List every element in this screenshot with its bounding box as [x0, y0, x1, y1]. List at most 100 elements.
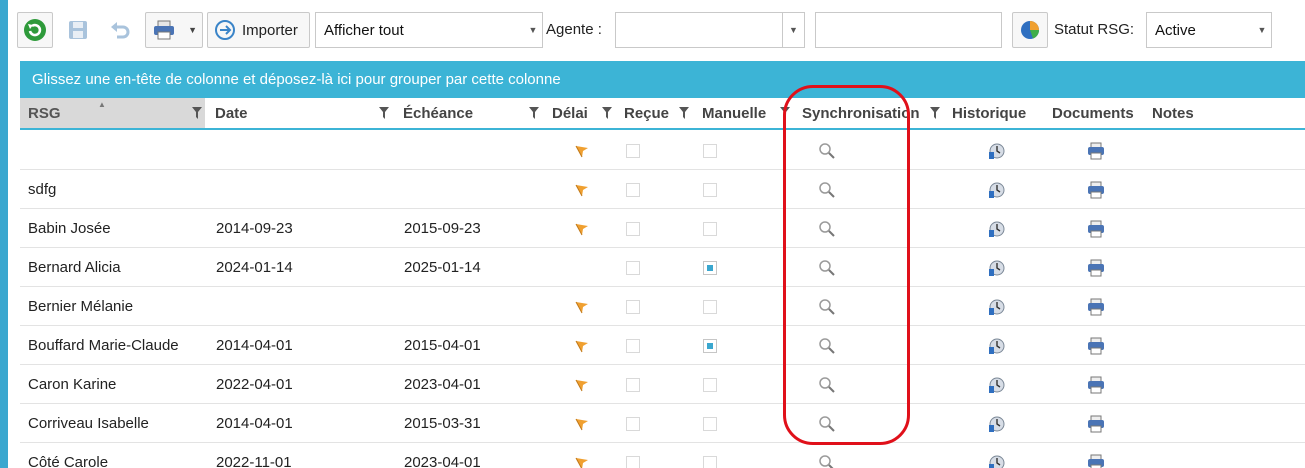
column-header-historique[interactable]: Historique — [944, 98, 1044, 128]
printer-icon[interactable] — [1086, 453, 1106, 468]
echeance-cell: 2023-04-01 — [404, 376, 481, 393]
filter-icon[interactable] — [379, 107, 389, 119]
printer-icon[interactable] — [1086, 258, 1106, 278]
recue-checkbox[interactable] — [626, 456, 640, 468]
recue-checkbox[interactable] — [626, 339, 640, 353]
printer-icon[interactable] — [1086, 141, 1106, 161]
manuelle-checkbox[interactable] — [703, 183, 717, 197]
date-cell: 2024-01-14 — [216, 259, 293, 276]
recue-checkbox[interactable] — [626, 300, 640, 314]
recue-checkbox[interactable] — [626, 183, 640, 197]
agente-label: Agente : — [546, 21, 602, 38]
manuelle-checkbox[interactable] — [703, 222, 717, 236]
agente-dropdown[interactable]: ▼ — [615, 12, 805, 48]
flag-icon — [572, 375, 592, 395]
statut-rsg-dropdown[interactable]: Active ▼ — [1146, 12, 1272, 48]
table-row[interactable]: Côté Carole 2022-11-01 2023-04-01 — [20, 443, 1305, 468]
manuelle-checkbox[interactable] — [703, 300, 717, 314]
recue-checkbox[interactable] — [626, 417, 640, 431]
table-row[interactable]: sdfg — [20, 170, 1305, 209]
undo-button[interactable] — [102, 12, 138, 48]
history-icon[interactable] — [986, 141, 1006, 161]
importer-label: Importer — [242, 21, 298, 39]
search-input[interactable] — [815, 12, 1002, 48]
printer-icon[interactable] — [1086, 375, 1106, 395]
column-header-echeance[interactable]: Échéance — [395, 98, 545, 128]
column-header-documents[interactable]: Documents — [1044, 98, 1144, 128]
column-header-historique-label: Historique — [952, 104, 1027, 122]
stats-button[interactable] — [1012, 12, 1048, 48]
refresh-button[interactable] — [17, 12, 53, 48]
recue-checkbox[interactable] — [626, 261, 640, 275]
refresh-icon — [24, 19, 46, 41]
filter-icon[interactable] — [602, 107, 612, 119]
manuelle-checkbox[interactable] — [703, 378, 717, 392]
column-header-rsg[interactable]: RSG ▲ — [20, 98, 205, 128]
history-icon[interactable] — [986, 414, 1006, 434]
column-header-recue[interactable]: Reçue — [617, 98, 692, 128]
history-icon[interactable] — [986, 336, 1006, 356]
table-row[interactable]: Bernard Alicia 2024-01-14 2025-01-14 — [20, 248, 1305, 287]
column-header-recue-label: Reçue — [624, 104, 670, 122]
table-row[interactable] — [20, 131, 1305, 170]
echeance-cell: 2023-04-01 — [404, 454, 481, 468]
manuelle-checkbox[interactable] — [703, 456, 717, 468]
display-filter-dropdown[interactable]: Afficher tout ▼ — [315, 12, 543, 48]
column-header-date-label: Date — [215, 104, 248, 122]
table-row[interactable]: Corriveau Isabelle 2014-04-01 2015-03-31 — [20, 404, 1305, 443]
column-header-delai[interactable]: Délai — [545, 98, 617, 128]
filter-icon[interactable] — [679, 107, 689, 119]
echeance-cell: 2025-01-14 — [404, 259, 481, 276]
printer-icon[interactable] — [1086, 180, 1106, 200]
printer-icon[interactable] — [1086, 336, 1106, 356]
importer-button[interactable]: Importer — [207, 12, 310, 48]
magnifier-icon[interactable] — [817, 453, 837, 468]
printer-icon[interactable] — [1086, 414, 1106, 434]
table-row[interactable]: Bouffard Marie-Claude 2014-04-01 2015-04-0… — [20, 326, 1305, 365]
table-row[interactable]: Bernier Mélanie — [20, 287, 1305, 326]
display-filter-value: Afficher tout — [324, 21, 404, 39]
history-icon[interactable] — [986, 375, 1006, 395]
manuelle-checkbox[interactable] — [703, 417, 717, 431]
manuelle-checkbox[interactable] — [703, 261, 717, 275]
column-header-notes-label: Notes — [1152, 104, 1194, 122]
left-edge-strip — [0, 0, 8, 468]
print-menu-button[interactable]: ▼ — [145, 12, 203, 48]
flag-icon — [572, 336, 592, 356]
column-header-notes[interactable]: Notes — [1144, 98, 1244, 128]
echeance-cell: 2015-03-31 — [404, 415, 481, 432]
echeance-cell: 2015-09-23 — [404, 220, 481, 237]
save-button[interactable] — [60, 12, 96, 48]
printer-icon[interactable] — [1086, 297, 1106, 317]
recue-checkbox[interactable] — [626, 222, 640, 236]
history-icon[interactable] — [986, 219, 1006, 239]
filter-icon[interactable] — [930, 107, 940, 119]
toolbar: ▼ Importer Afficher tout ▼ Agente : ▼ St… — [8, 0, 1305, 60]
recue-checkbox[interactable] — [626, 144, 640, 158]
manuelle-checkbox[interactable] — [703, 339, 717, 353]
recue-checkbox[interactable] — [626, 378, 640, 392]
history-icon[interactable] — [986, 453, 1006, 468]
table-row[interactable]: Babin Josée 2014-09-23 2015-09-23 — [20, 209, 1305, 248]
column-header-documents-label: Documents — [1052, 104, 1134, 122]
history-icon[interactable] — [986, 180, 1006, 200]
rsg-cell: Bouffard Marie-Claude — [28, 337, 179, 354]
manuelle-checkbox[interactable] — [703, 144, 717, 158]
date-cell: 2014-09-23 — [216, 220, 293, 237]
filter-icon[interactable] — [192, 107, 202, 119]
column-header-date[interactable]: Date — [207, 98, 394, 128]
column-header-manuelle[interactable]: Manuelle — [694, 98, 794, 128]
filter-icon[interactable] — [529, 107, 539, 119]
data-grid: RSG ▲ Date Échéance Délai Reçue Manuelle… — [20, 98, 1305, 468]
date-cell: 2014-04-01 — [216, 337, 293, 354]
chevron-down-icon: ▼ — [782, 13, 804, 47]
history-icon[interactable] — [986, 258, 1006, 278]
group-by-panel[interactable]: Glissez une en-tête de colonne et dépose… — [20, 61, 1305, 98]
chevron-down-icon: ▼ — [528, 25, 538, 35]
rsg-cell: Caron Karine — [28, 376, 117, 393]
printer-icon[interactable] — [1086, 219, 1106, 239]
echeance-cell: 2015-04-01 — [404, 337, 481, 354]
table-row[interactable]: Caron Karine 2022-04-01 2023-04-01 — [20, 365, 1305, 404]
date-cell: 2022-11-01 — [216, 454, 292, 468]
history-icon[interactable] — [986, 297, 1006, 317]
